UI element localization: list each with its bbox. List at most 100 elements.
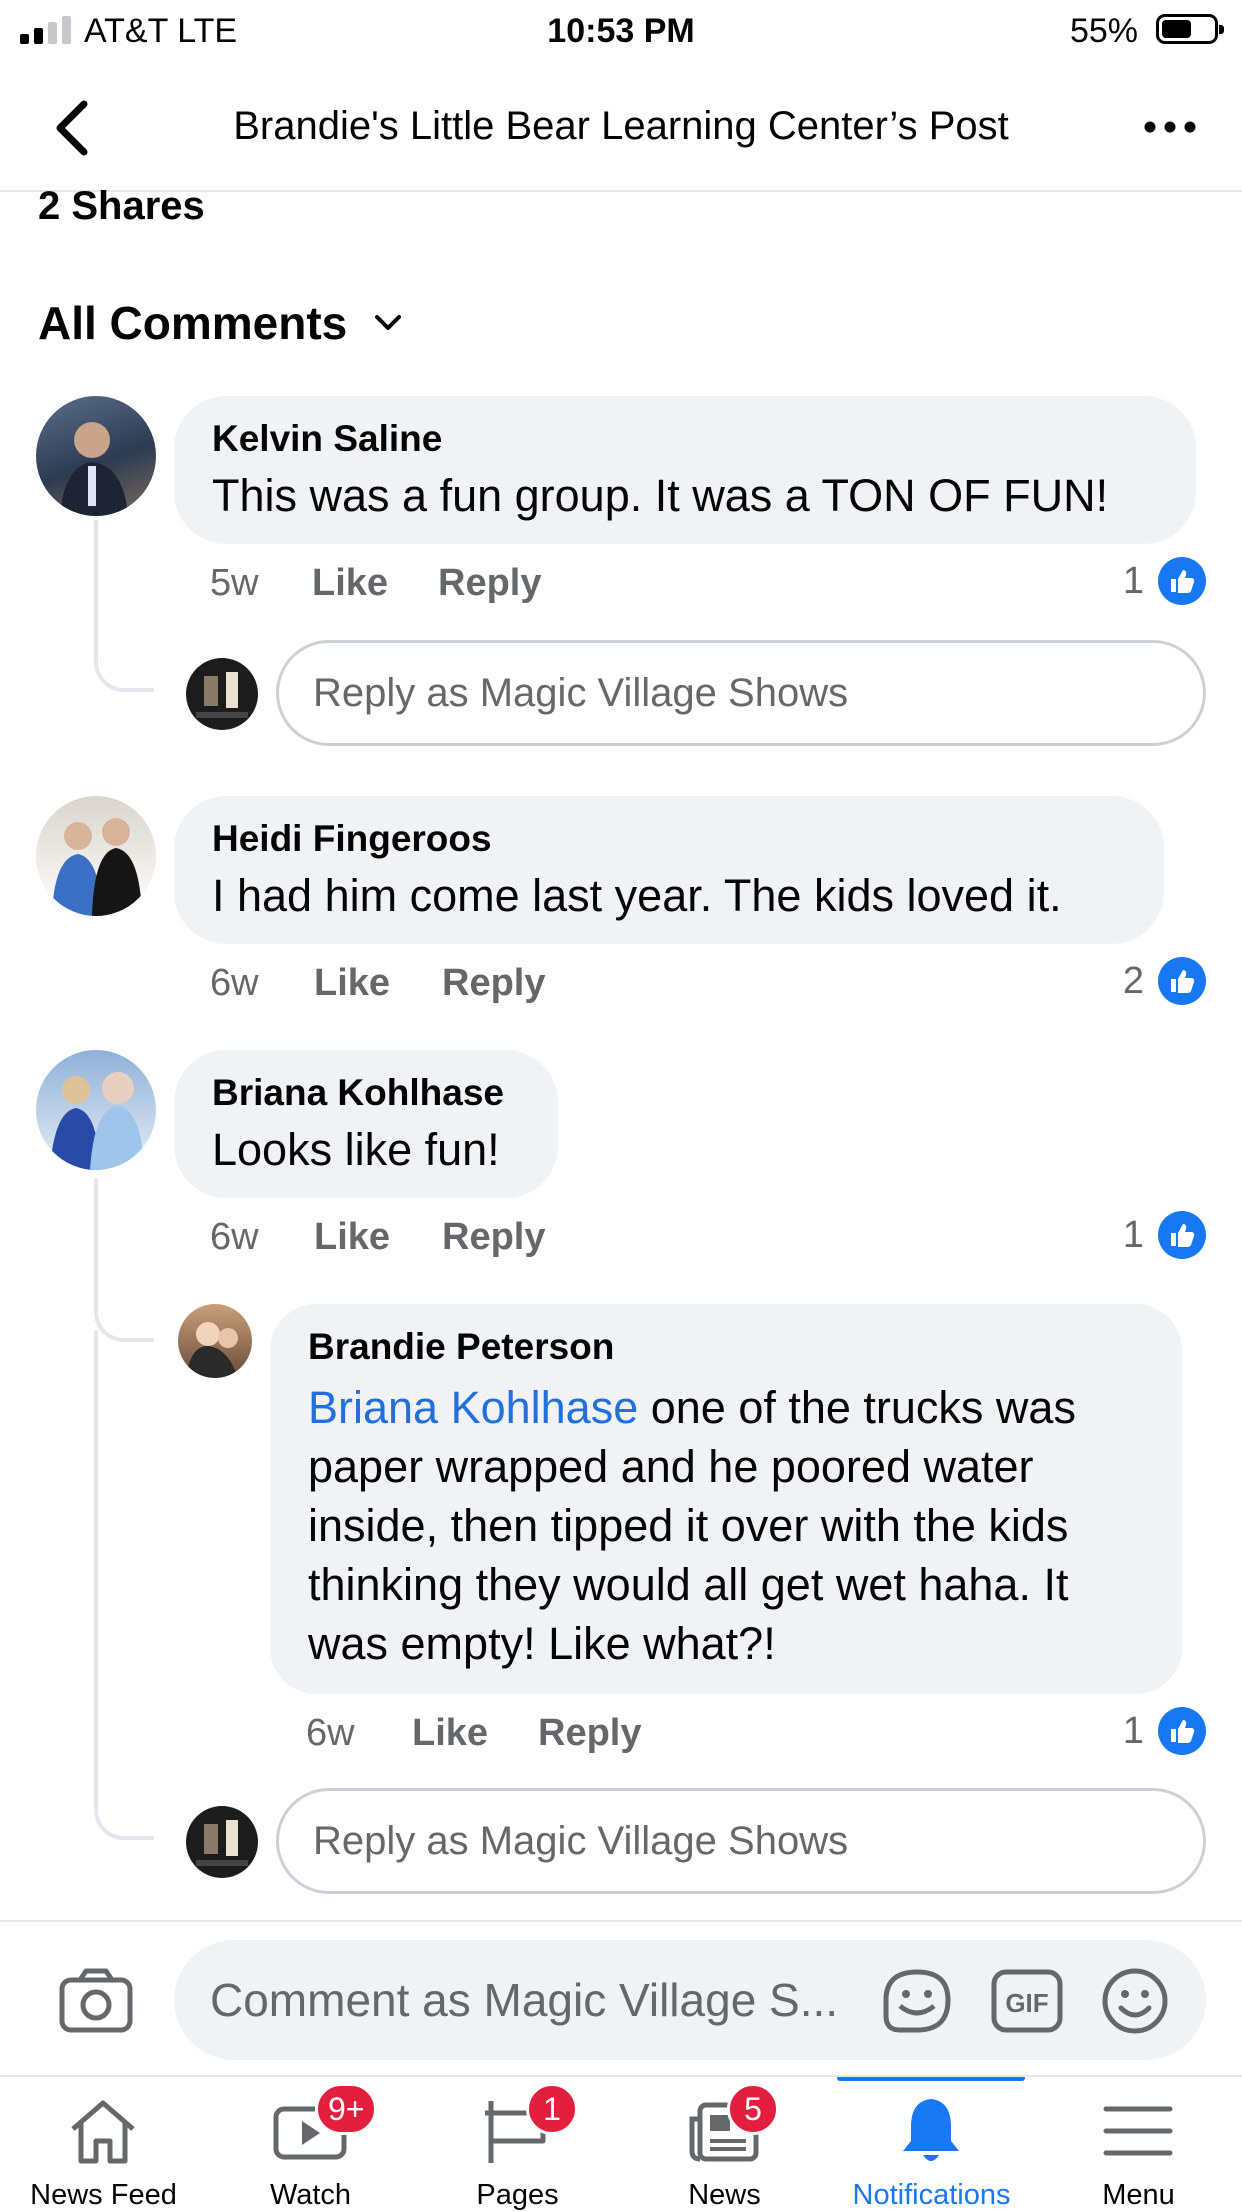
comment-time: 6w (306, 1712, 355, 1754)
avatar[interactable] (36, 796, 156, 916)
comment-author[interactable]: Heidi Fingeroos (212, 818, 492, 860)
comment-text: This was a fun group. It was a TON OF FU… (212, 470, 1109, 521)
sticker-icon (883, 1969, 951, 2033)
reply-button[interactable]: Reply (442, 962, 545, 1005)
reply-button[interactable]: Reply (442, 1216, 545, 1259)
clock: 10:53 PM (547, 12, 695, 50)
more-options-button[interactable] (1140, 112, 1200, 142)
reply-text-line: was empty! Like what?! (308, 1618, 776, 1669)
reply-button[interactable]: Reply (438, 562, 541, 605)
person-silhouette-icon (52, 818, 142, 916)
notification-badge: 5 (727, 2083, 779, 2135)
reply-text-line: one of the trucks was (638, 1382, 1076, 1433)
home-icon (71, 2100, 135, 2164)
thumbs-up-icon (1158, 957, 1206, 1005)
thumbs-up-icon (1158, 1707, 1206, 1755)
back-button[interactable] (48, 98, 98, 158)
reply-input[interactable]: Reply as Magic Village Shows (276, 640, 1206, 746)
shares-count[interactable]: 2 Shares (38, 184, 205, 229)
comments-filter-label: All Comments (38, 297, 348, 349)
reply-text-line: thinking they would all get wet haha. It (308, 1559, 1069, 1610)
smiley-icon (1102, 1968, 1168, 2034)
avatar[interactable] (36, 1050, 156, 1170)
chevron-down-icon (375, 315, 402, 330)
gif-icon: GIF (991, 1969, 1063, 2033)
thumbs-up-icon (1158, 1211, 1206, 1259)
status-bar: AT&T LTE 10:53 PM 55% (0, 0, 1242, 64)
like-button[interactable]: Like (314, 1216, 390, 1259)
gif-label: GIF (1005, 1988, 1048, 2018)
comment-input-placeholder: Comment as Magic Village S... (210, 1974, 839, 2026)
comment-author[interactable]: Briana Kohlhase (212, 1072, 504, 1114)
comment-bubble[interactable]: Briana Kohlhase Looks like fun! (174, 1050, 558, 1198)
reply-text-line: paper wrapped and he poored water (308, 1441, 1034, 1492)
reply-input-placeholder: Reply as Magic Village Shows (313, 670, 849, 715)
mention-link[interactable]: Briana Kohlhase (308, 1382, 638, 1433)
reply-text-line: inside, then tipped it over with the kid… (308, 1500, 1069, 1551)
person-silhouette-icon (50, 1072, 144, 1170)
tab-label: Watch (269, 2179, 352, 2211)
tab-label: Notifications (852, 2179, 1011, 2211)
battery-percent: 55% (1069, 12, 1138, 50)
tab-menu[interactable]: Menu (1035, 2077, 1242, 2211)
chevron-left-icon (56, 100, 88, 156)
comment-time: 5w (210, 562, 259, 604)
reaction-count[interactable]: 1 (1123, 1211, 1206, 1259)
page-avatar-icon (196, 672, 248, 718)
reaction-count-value: 1 (1122, 559, 1144, 602)
reaction-count-value: 1 (1122, 1709, 1144, 1752)
person-silhouette-icon (186, 1322, 238, 1378)
reply-button[interactable]: Reply (538, 1712, 641, 1755)
comment-author[interactable]: Kelvin Saline (212, 418, 442, 460)
thread-line (94, 1178, 154, 1342)
reaction-count-value: 1 (1122, 1213, 1144, 1256)
tab-label: Pages (476, 2179, 559, 2211)
tab-notifications[interactable]: Notifications (828, 2077, 1035, 2211)
tab-news-feed[interactable]: News Feed (0, 2077, 207, 2211)
like-button[interactable]: Like (314, 962, 390, 1005)
comment-text: Looks like fun! (212, 1124, 500, 1175)
battery-icon (1156, 14, 1224, 44)
tab-news[interactable]: 5 News (621, 2077, 828, 2211)
tab-watch[interactable]: 9+ Watch (207, 2077, 414, 2211)
reply-bubble[interactable]: Brandie Peterson Briana Kohlhase one of … (270, 1304, 1182, 1694)
tab-pages[interactable]: 1 Pages (414, 2077, 621, 2211)
avatar[interactable] (36, 396, 156, 516)
comment-bubble[interactable]: Kelvin Saline This was a fun group. It w… (174, 396, 1196, 544)
notification-badge: 1 (526, 2083, 578, 2135)
emoji-button[interactable] (1100, 1966, 1170, 2036)
reaction-count-value: 2 (1122, 959, 1144, 1002)
camera-icon (59, 1968, 133, 2033)
like-button[interactable]: Like (312, 562, 388, 605)
reply-author[interactable]: Brandie Peterson (308, 1326, 614, 1368)
thread-line (94, 1330, 154, 1840)
avatar (186, 1806, 258, 1878)
person-silhouette-icon (60, 422, 128, 516)
reply-input-placeholder: Reply as Magic Village Shows (313, 1818, 849, 1863)
gif-button[interactable]: GIF (990, 1968, 1064, 2034)
reaction-count[interactable]: 1 (1123, 557, 1206, 605)
menu-icon (1103, 2106, 1173, 2156)
comment-composer: Comment as Magic Village S... GIF (0, 1920, 1242, 2077)
tab-label: News Feed (30, 2179, 177, 2211)
page-avatar-icon (196, 1820, 248, 1866)
comment-text: I had him come last year. The kids loved… (212, 870, 1062, 921)
sticker-button[interactable] (880, 1966, 954, 2036)
reply-input[interactable]: Reply as Magic Village Shows (276, 1788, 1206, 1894)
comment-time: 6w (210, 962, 259, 1004)
comment-bubble[interactable]: Heidi Fingeroos I had him come last year… (174, 796, 1164, 944)
notification-badge: 9+ (315, 2083, 378, 2135)
tab-label: Menu (1102, 2179, 1175, 2211)
avatar[interactable] (178, 1304, 252, 1378)
avatar (186, 658, 258, 730)
camera-button[interactable] (58, 1966, 134, 2034)
nav-header: Brandie's Little Bear Learning Center’s … (0, 64, 1242, 192)
page-title: Brandie's Little Bear Learning Center’s … (233, 104, 1009, 148)
comments-filter-dropdown[interactable]: All Comments (38, 296, 403, 350)
reaction-count[interactable]: 1 (1123, 1707, 1206, 1755)
bell-icon (903, 2099, 959, 2161)
reaction-count[interactable]: 2 (1123, 957, 1206, 1005)
like-button[interactable]: Like (412, 1712, 488, 1755)
tab-label: News (688, 2179, 761, 2211)
thread-line (94, 520, 154, 692)
